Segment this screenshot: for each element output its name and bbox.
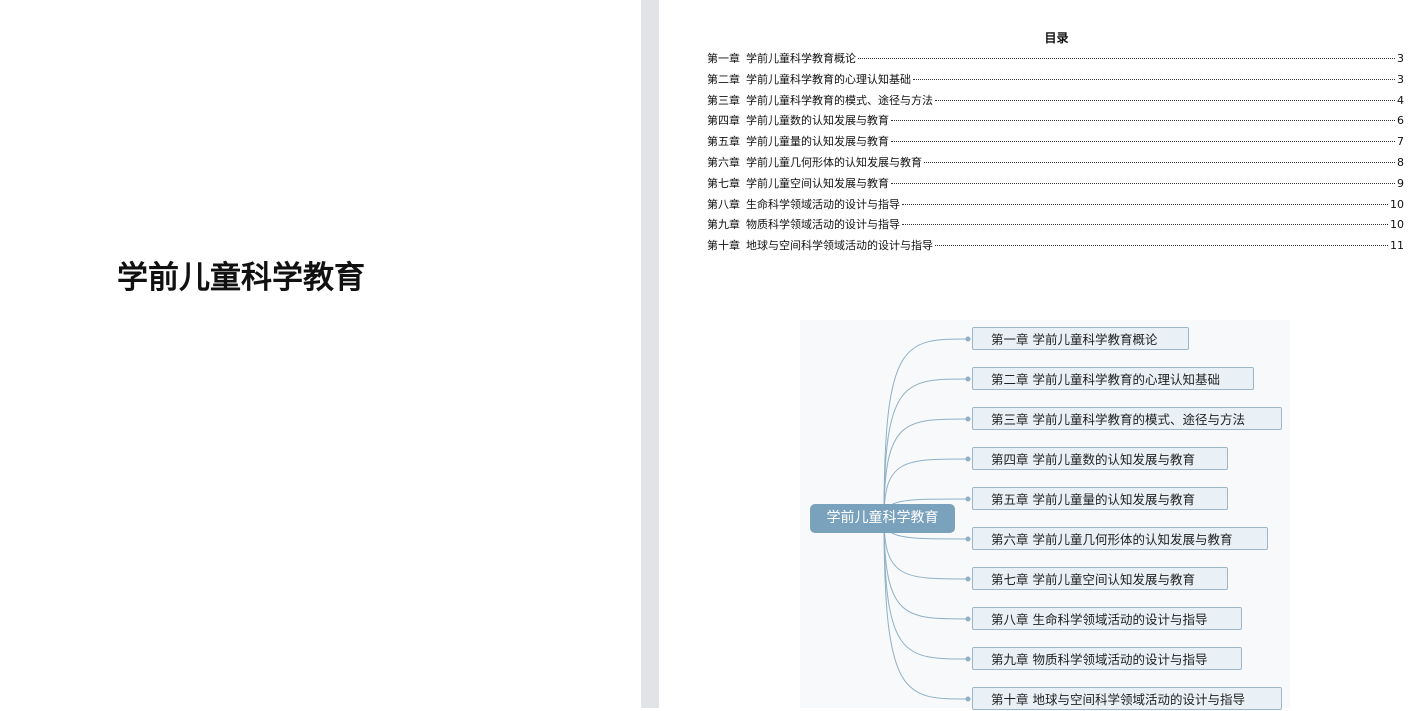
- toc-entry-page: 4: [1397, 93, 1404, 107]
- toc-entry-page: 8: [1397, 155, 1404, 169]
- toc-entry[interactable]: 第八章 生命科学领域活动的设计与指导 10: [707, 196, 1404, 217]
- mindmap-connector: [883, 378, 969, 519]
- toc-entry-title: 学前儿童量的认知发展与教育: [746, 135, 889, 149]
- toc-leader-dots: [891, 141, 1395, 143]
- toc-entry-title: 学前儿童空间认知发展与教育: [746, 176, 889, 190]
- mindmap-branch-node[interactable]: 第十章 地球与空间科学领域活动的设计与指导: [972, 687, 1282, 710]
- document-title: 学前儿童科学教育: [117, 260, 365, 296]
- toc-leader-dots: [891, 120, 1395, 122]
- mindmap-connector-dot: [965, 456, 971, 462]
- mindmap-connector-dot: [965, 576, 971, 582]
- toc-leader-dots: [935, 245, 1388, 247]
- mindmap-connector-dot: [965, 336, 971, 342]
- toc-entry[interactable]: 第十章 地球与空间科学领域活动的设计与指导 11: [707, 237, 1404, 258]
- left-page: 学前儿童科学教育: [0, 0, 641, 708]
- mindmap-connector: [883, 338, 969, 519]
- mindmap-branch-node[interactable]: 第七章 学前儿童空间认知发展与教育: [972, 567, 1228, 590]
- toc-entry-title: 学前儿童科学教育的模式、途径与方法: [746, 93, 933, 107]
- page-gutter: [641, 0, 659, 708]
- toc-entry[interactable]: 第五章 学前儿童量的认知发展与教育 7: [707, 133, 1404, 154]
- toc-entry-title: 地球与空间科学领域活动的设计与指导: [746, 239, 933, 253]
- toc-entry[interactable]: 第六章 学前儿童几何形体的认知发展与教育 8: [707, 154, 1404, 175]
- toc-entry-chapter: 第二章: [707, 72, 740, 86]
- toc-entry[interactable]: 第一章 学前儿童科学教育概论 3: [707, 50, 1404, 71]
- toc-entry-page: 6: [1397, 114, 1404, 128]
- toc-entry-page: 7: [1397, 135, 1404, 149]
- mindmap-connector-dot: [965, 616, 971, 622]
- toc-entry[interactable]: 第二章 学前儿童科学教育的心理认知基础 3: [707, 71, 1404, 92]
- toc-entry-chapter: 第八章: [707, 197, 740, 211]
- right-page: 目录 第一章 学前儿童科学教育概论 3 第二章 学前儿童科学教育的心理认知基础 3 第三章学…: [659, 0, 1426, 710]
- mindmap-branch-node[interactable]: 第六章 学前儿童几何形体的认知发展与教育: [972, 527, 1268, 550]
- toc-entry-title: 学前儿童科学教育的心理认知基础: [746, 72, 911, 86]
- toc-leader-dots: [924, 161, 1395, 163]
- mindmap-branch-node[interactable]: 第八章 生命科学领域活动的设计与指导: [972, 607, 1242, 630]
- mindmap-connector-dot: [965, 416, 971, 422]
- table-of-contents: 第一章 学前儿童科学教育概论 3 第二章 学前儿童科学教育的心理认知基础 3 第三章 学前儿童…: [707, 50, 1404, 258]
- mindmap-connector-dot: [965, 496, 971, 502]
- toc-entry-chapter: 第一章: [707, 52, 740, 65]
- toc-entry-chapter: 第六章: [707, 155, 740, 169]
- toc-entry[interactable]: 第四章 学前儿童数的认知发展与教育 6: [707, 112, 1404, 133]
- mindmap-connector-dot: [965, 376, 971, 382]
- toc-leader-dots: [902, 224, 1388, 226]
- mindmap-connector-dot: [965, 656, 971, 662]
- toc-entry-title: 学前儿童数的认知发展与教育: [746, 114, 889, 128]
- toc-entry-page: 10: [1390, 218, 1404, 232]
- mindmap-connector: [883, 517, 969, 620]
- toc-entry-title: 物质科学领域活动的设计与指导: [746, 218, 900, 232]
- toc-entry-page: 3: [1397, 72, 1404, 86]
- toc-heading: 目录: [1044, 31, 1069, 45]
- mindmap-branch-node[interactable]: 第九章 物质科学领域活动的设计与指导: [972, 647, 1242, 670]
- toc-entry-chapter: 第三章: [707, 93, 740, 107]
- toc-entry-chapter: 第十章: [707, 239, 740, 253]
- toc-entry-page: 10: [1390, 197, 1404, 211]
- mindmap-branch-node[interactable]: 第四章 学前儿童数的认知发展与教育: [972, 447, 1228, 470]
- toc-leader-dots: [891, 182, 1395, 184]
- toc-entry-page: 3: [1397, 52, 1404, 65]
- mindmap-connector-dot: [965, 536, 971, 542]
- mindmap-branch-node[interactable]: 第二章 学前儿童科学教育的心理认知基础: [972, 367, 1254, 390]
- toc-entry-chapter: 第五章: [707, 135, 740, 149]
- toc-leader-dots: [935, 99, 1395, 101]
- toc-entry-chapter: 第四章: [707, 114, 740, 128]
- toc-entry[interactable]: 第九章 物质科学领域活动的设计与指导 10: [707, 216, 1404, 237]
- mindmap-branch-node[interactable]: 第三章 学前儿童科学教育的模式、途径与方法: [972, 407, 1282, 430]
- toc-leader-dots: [858, 58, 1395, 59]
- mindmap-root-node[interactable]: 学前儿童科学教育: [810, 504, 955, 533]
- toc-entry-page: 9: [1397, 176, 1404, 190]
- toc-entry-chapter: 第九章: [707, 218, 740, 232]
- toc-leader-dots: [913, 78, 1395, 80]
- toc-entry-title: 学前儿童科学教育概论: [746, 52, 856, 65]
- mindmap-connector: [883, 517, 969, 700]
- toc-entry[interactable]: 第七章 学前儿童空间认知发展与教育 9: [707, 175, 1404, 196]
- toc-entry-chapter: 第七章: [707, 176, 740, 190]
- mindmap-branch-node[interactable]: 第五章 学前儿童量的认知发展与教育: [972, 487, 1228, 510]
- toc-entry[interactable]: 第三章 学前儿童科学教育的模式、途径与方法 4: [707, 92, 1404, 113]
- toc-entry-title: 学前儿童几何形体的认知发展与教育: [746, 155, 922, 169]
- mindmap: 学前儿童科学教育 第一章 学前儿童科学教育概论第二章 学前儿童科学教育的心理认知…: [800, 320, 1290, 710]
- toc-entry-title: 生命科学领域活动的设计与指导: [746, 197, 900, 211]
- toc-entry-page: 11: [1390, 239, 1404, 253]
- mindmap-branch-node[interactable]: 第一章 学前儿童科学教育概论: [972, 327, 1189, 350]
- mindmap-connector-dot: [965, 696, 971, 702]
- toc-leader-dots: [902, 203, 1388, 205]
